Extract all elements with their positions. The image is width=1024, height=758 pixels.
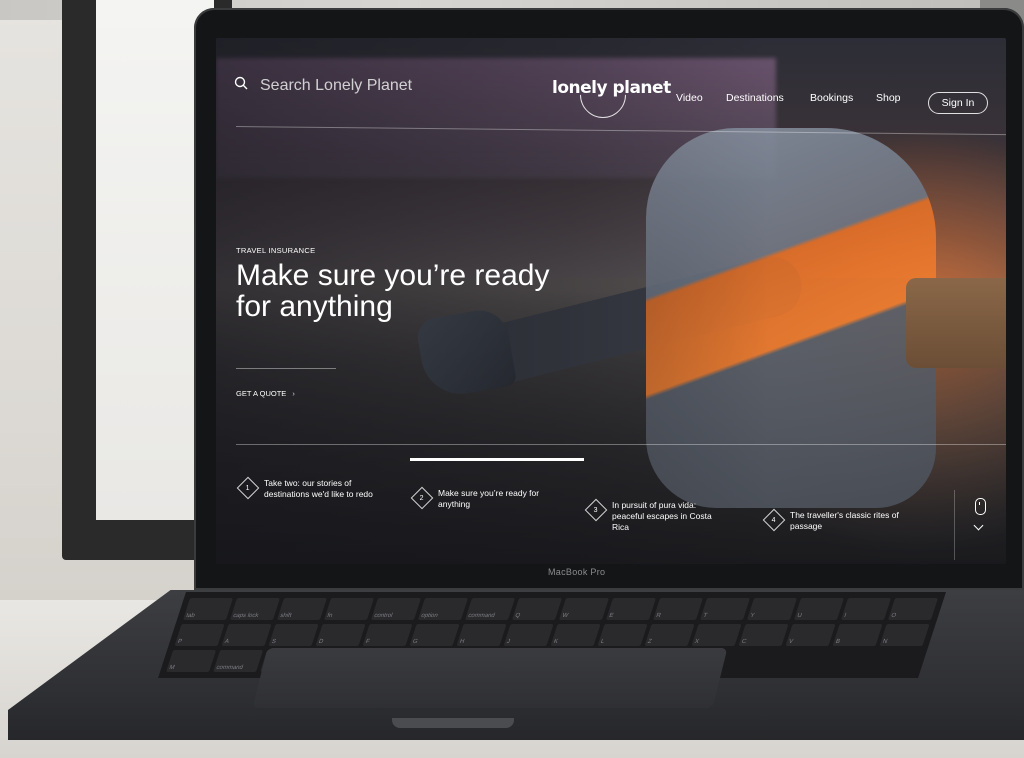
keyboard-key: R [652, 598, 704, 620]
keyboard-key: T [699, 598, 751, 620]
keyboard-key: X [691, 624, 742, 646]
keyboard-key: D [315, 624, 366, 646]
story-title: In pursuit of pura vida: peaceful escape… [612, 500, 712, 532]
keyboard-key: S [268, 624, 319, 646]
nav-video[interactable]: Video [676, 92, 703, 104]
hero-eyebrow: TRAVEL INSURANCE [236, 246, 316, 255]
story-number-badge: 2 [410, 486, 434, 510]
scroll-cue[interactable] [954, 490, 1005, 560]
hero-headline-line-1: Make sure you’re ready [236, 259, 550, 292]
laptop-front-notch [392, 718, 514, 728]
keyboard-key: fn [323, 598, 375, 620]
keyboard-key: Y [746, 598, 798, 620]
keyboard-key: L [597, 624, 648, 646]
bezel-label: MacBook Pro [548, 567, 606, 577]
keyboard-key: W [558, 598, 610, 620]
keyboard-key: option [417, 598, 469, 620]
hero-headline: Make sure you’re ready for anything [236, 260, 656, 322]
search-icon[interactable] [234, 76, 248, 90]
story-title: Make sure you’re ready for anything [438, 488, 540, 509]
keyboard-key: C [738, 624, 789, 646]
carousel-progress-active [410, 458, 584, 461]
story-number-badge: 3 [584, 498, 608, 522]
search-input[interactable] [258, 74, 482, 98]
keyboard-key: V [785, 624, 836, 646]
trackpad [252, 648, 728, 708]
get-a-quote-label: GET A QUOTE [236, 389, 287, 398]
chevron-right-icon: › [292, 389, 295, 398]
keyboard-key: command [213, 650, 264, 672]
keyboard-key: J [503, 624, 554, 646]
keyboard-key: A [221, 624, 272, 646]
keyboard-key: Z [644, 624, 695, 646]
keyboard-key: M [166, 650, 217, 672]
keyboard-key: U [793, 598, 845, 620]
keyboard-key: tab [182, 598, 234, 620]
keyboard-key: O [887, 598, 939, 620]
keyboard-key: F [362, 624, 413, 646]
nav-bookings[interactable]: Bookings [810, 92, 853, 104]
hero-headline-line-2: for anything [236, 290, 393, 323]
story-tab-3[interactable]: 3 In pursuit of pura vida: peaceful esca… [584, 498, 728, 533]
sign-in-button[interactable]: Sign In [928, 92, 988, 114]
keyboard-key: G [409, 624, 460, 646]
keyboard-key: K [550, 624, 601, 646]
keyboard-key: B [832, 624, 883, 646]
nav-shop[interactable]: Shop [876, 92, 901, 104]
keyboard-key: command [464, 598, 516, 620]
story-tab-4[interactable]: 4 The traveller's classic rites of passa… [762, 508, 906, 532]
get-a-quote-link[interactable]: GET A QUOTE › [236, 389, 295, 398]
keyboard-key: I [840, 598, 892, 620]
keyboard-key: N [879, 624, 930, 646]
mouse-icon [975, 498, 986, 515]
keyboard-key: control [370, 598, 422, 620]
story-number-badge: 4 [762, 508, 786, 532]
keyboard-key: E [605, 598, 657, 620]
story-tab-2[interactable]: 2 Make sure you’re ready for anything [410, 486, 554, 510]
story-tab-1[interactable]: 1 Take two: our stories of destinations … [236, 476, 380, 500]
keyboard-key: shift [276, 598, 328, 620]
story-title: The traveller's classic rites of passage [790, 510, 899, 531]
keyboard-key: caps lock [229, 598, 281, 620]
keyboard-key: H [456, 624, 507, 646]
laptop-screen: lonely planet Video Destinations Booking… [216, 38, 1006, 564]
hero-divider [236, 368, 336, 369]
story-number-badge: 1 [236, 476, 260, 500]
story-title: Take two: our stories of destinations we… [264, 478, 373, 499]
keyboard-key: Q [511, 598, 563, 620]
keyboard-key: P [174, 624, 225, 646]
carousel-progress-track [236, 444, 1006, 445]
chevron-down-icon [973, 520, 984, 531]
nav-destinations[interactable]: Destinations [726, 92, 784, 104]
